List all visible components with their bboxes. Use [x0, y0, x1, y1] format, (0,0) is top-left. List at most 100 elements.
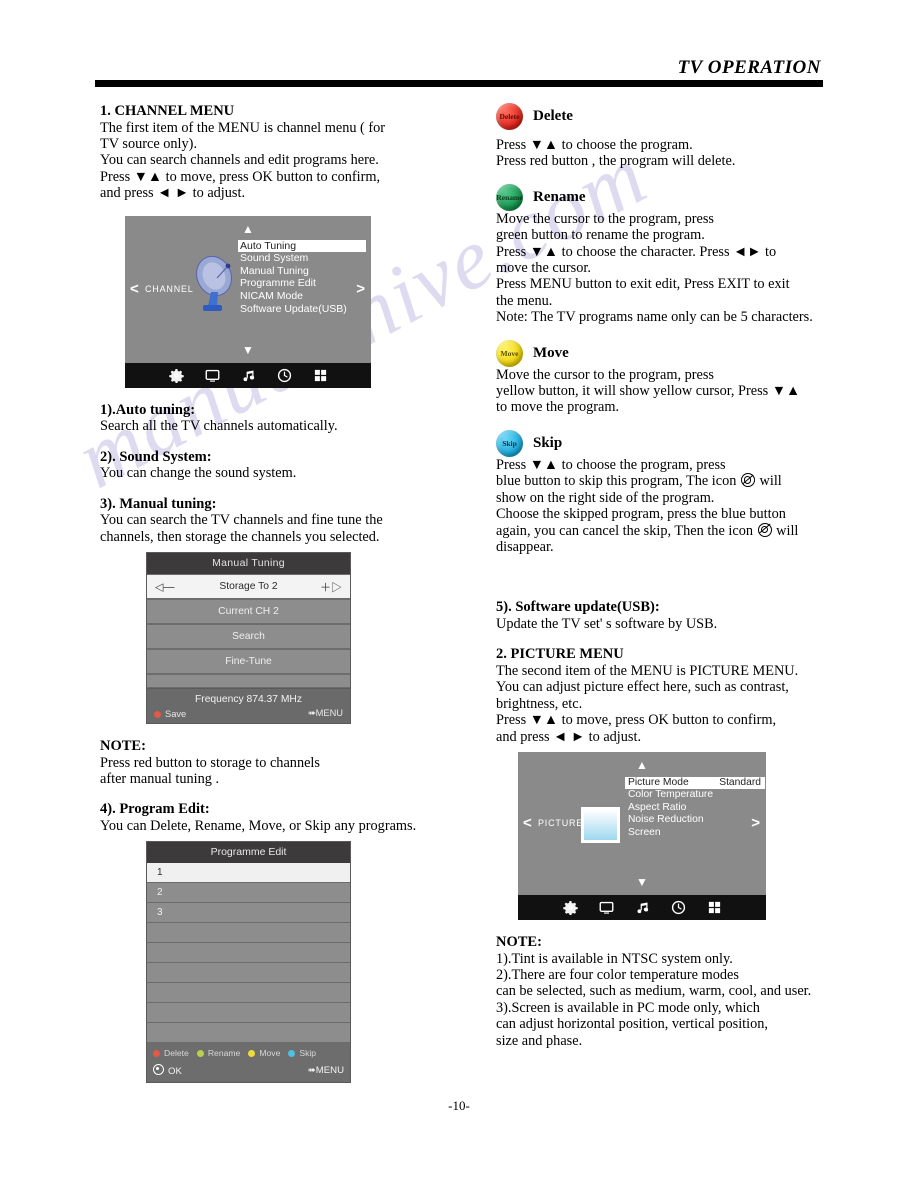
- color-key-rename[interactable]: Rename: [196, 1048, 241, 1059]
- table-row[interactable]: [147, 983, 350, 1004]
- rename-caption: Rename: [533, 188, 586, 205]
- skip-line-1: Press ▼▲ to choose the program, press: [496, 456, 726, 473]
- osd-picture-item-aspect-ratio[interactable]: Aspect Ratio: [625, 802, 765, 814]
- osd-picture-item-noise-reduction[interactable]: Noise Reduction: [625, 814, 765, 826]
- table-row[interactable]: [147, 923, 350, 944]
- picture-menu-line-2: You can adjust picture effect here, such…: [496, 679, 789, 696]
- manual-tuning-line-1: You can search the TV channels and fine …: [100, 512, 383, 529]
- osd-channel-item-programme-edit[interactable]: Programme Edit: [238, 277, 366, 290]
- rename-line-4: move the cursor.: [496, 260, 591, 277]
- osd-manual-row-current-ch[interactable]: Current CH 2: [147, 599, 350, 625]
- table-row[interactable]: [147, 1023, 350, 1044]
- osd-manual-row-fine-tune[interactable]: Fine-Tune: [147, 649, 350, 675]
- note-picture-line-6: size and phase.: [496, 1032, 583, 1049]
- osd-programme-edit: Programme Edit 1 2 3 Delete Rename Move …: [146, 841, 351, 1084]
- rename-line-5: Press MENU button to exit edit, Press EX…: [496, 276, 790, 293]
- osd-manual-row-storage-to-label: Storage To 2: [219, 581, 278, 593]
- osd-manual-row-search[interactable]: Search: [147, 624, 350, 650]
- music-note-icon[interactable]: [241, 368, 256, 383]
- prev-category-arrow-icon[interactable]: <: [523, 815, 532, 832]
- osd-manual-row-blank[interactable]: [147, 674, 350, 689]
- increment-arrow-icon[interactable]: ＋▷: [320, 579, 342, 595]
- ok-key-hint[interactable]: OK: [153, 1064, 182, 1077]
- osd-picture-item-color-temperature[interactable]: Color Temperature: [625, 789, 765, 801]
- clock-icon[interactable]: [671, 900, 686, 915]
- color-key-delete[interactable]: Delete: [153, 1048, 189, 1058]
- grid-icon[interactable]: [707, 900, 722, 915]
- page-title: TV OPERATION: [677, 57, 821, 78]
- skip-line-2a: blue button to skip this program, The ic…: [496, 473, 737, 490]
- scroll-up-caret-icon[interactable]: ▲: [242, 223, 254, 235]
- red-remote-button[interactable]: Delete: [496, 103, 523, 130]
- monitor-icon[interactable]: [599, 900, 614, 915]
- scroll-up-caret-icon[interactable]: ▲: [636, 759, 648, 771]
- osd-manual-row-storage-to[interactable]: ◁— Storage To 2 ＋▷: [147, 574, 350, 600]
- sound-system-body: You can change the sound system.: [100, 465, 297, 482]
- header-divider: [95, 79, 823, 87]
- delete-caption: Delete: [533, 108, 573, 124]
- table-row[interactable]: 3: [147, 903, 350, 924]
- table-row[interactable]: 2: [147, 883, 350, 904]
- table-row[interactable]: [147, 963, 350, 984]
- osd-channel-item-manual-tuning[interactable]: Manual Tuning: [238, 265, 366, 278]
- yellow-remote-button[interactable]: Move: [496, 339, 523, 367]
- section-heading-software-update: 5). Software update(USB):: [496, 599, 660, 616]
- page-header: TV OPERATION: [95, 58, 823, 87]
- rename-line-3: Press ▼▲ to choose the character. Press …: [496, 243, 777, 260]
- note-picture-line-1: 1).Tint is available in NTSC system only…: [496, 950, 733, 967]
- right-column: Delete Delete Press ▼▲ to choose the pro…: [496, 103, 836, 1049]
- note-picture-line-5: can adjust horizontal position, vertical…: [496, 1016, 768, 1033]
- prev-category-arrow-icon[interactable]: <: [130, 281, 139, 298]
- satellite-dish-icon: [196, 255, 232, 311]
- skip-line-3: show on the right side of the program.: [496, 489, 715, 506]
- decrement-arrow-icon[interactable]: ◁—: [155, 580, 174, 593]
- scroll-down-caret-icon[interactable]: ▼: [242, 344, 254, 356]
- osd-manual-frequency: Frequency 874.37 MHz: [194, 694, 303, 706]
- color-key-hints: Delete Rename Move Skip: [153, 1048, 344, 1064]
- scroll-down-caret-icon[interactable]: ▼: [636, 876, 648, 888]
- save-key-hint[interactable]: Save: [154, 709, 186, 719]
- osd-channel-item-auto-tuning[interactable]: Auto Tuning: [238, 239, 366, 253]
- music-note-icon[interactable]: [635, 900, 650, 915]
- delete-button-row: Delete Delete: [496, 103, 836, 130]
- menu-key-hint[interactable]: ➠MENU: [308, 708, 343, 719]
- table-row[interactable]: [147, 1003, 350, 1024]
- osd-picture-item-picture-mode-value: Standard: [719, 776, 761, 788]
- osd-programme-edit-footer: Delete Rename Move Skip OK ➠MENU: [147, 1043, 350, 1083]
- osd-programme-edit-title: Programme Edit: [147, 842, 350, 864]
- green-remote-button[interactable]: Rename: [496, 183, 523, 211]
- table-row[interactable]: [147, 943, 350, 964]
- gear-icon[interactable]: [562, 900, 578, 915]
- osd-channel-item-software-update[interactable]: Software Update(USB): [238, 303, 366, 316]
- note-manual-heading: NOTE:: [100, 738, 146, 755]
- osd-picture-item-color-temperature-label: Color Temperature: [628, 789, 714, 801]
- gear-icon[interactable]: [168, 368, 184, 383]
- blue-remote-button[interactable]: Skip: [496, 429, 523, 457]
- grid-icon[interactable]: [313, 368, 328, 383]
- osd-picture-item-picture-mode[interactable]: Picture Mode Standard: [625, 776, 765, 790]
- table-row[interactable]: 1: [147, 863, 350, 884]
- menu-key-label: MENU: [315, 1065, 344, 1077]
- color-key-skip[interactable]: Skip: [288, 1048, 316, 1058]
- menu-key-hint[interactable]: ➠MENU: [308, 1065, 344, 1076]
- skip-line-6: disappear.: [496, 538, 554, 555]
- color-key-move[interactable]: Move: [248, 1048, 280, 1058]
- channel-menu-line-2: TV source only).: [100, 136, 198, 152]
- section-heading-picture-menu: 2. PICTURE MENU: [496, 646, 624, 663]
- clock-icon[interactable]: [277, 368, 292, 383]
- ok-key-label: OK: [168, 1066, 182, 1078]
- osd-channel-item-nicam-mode[interactable]: NICAM Mode: [238, 290, 366, 303]
- channel-menu-line-1: The first item of the MENU is channel me…: [100, 119, 386, 136]
- rename-line-1: Move the cursor to the program, press: [496, 210, 714, 227]
- monitor-icon[interactable]: [205, 368, 220, 383]
- osd-picture-body: ▲ < PICTURE > Picture Mode Standard Colo…: [518, 752, 766, 895]
- rename-line-6: the menu.: [496, 292, 553, 309]
- osd-channel-item-sound-system[interactable]: Sound System: [238, 252, 366, 265]
- osd-channel-body: ▲ < CHANNEL > Auto Tuning Sound System M…: [125, 216, 371, 363]
- section-heading-sound-system: 2). Sound System:: [100, 448, 212, 465]
- picture-menu-line-1: The second item of the MENU is PICTURE M…: [496, 662, 799, 679]
- note-picture-line-4: 3).Screen is available in PC mode only, …: [496, 999, 760, 1016]
- osd-channel-iconbar: [125, 362, 371, 388]
- osd-picture-item-screen[interactable]: Screen: [625, 827, 765, 839]
- color-key-rename-label: Rename: [207, 1048, 241, 1059]
